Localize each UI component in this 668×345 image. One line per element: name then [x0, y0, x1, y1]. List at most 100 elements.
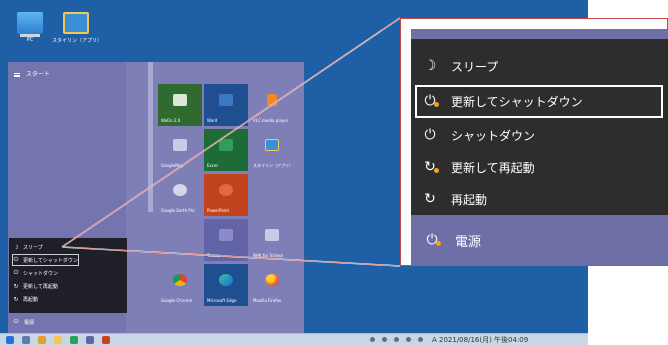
update-restart-icon: ↻	[13, 282, 19, 290]
power-icon: ⏻	[13, 318, 19, 325]
tile-label: PowerPoint	[207, 208, 230, 213]
zoom-power-button[interactable]: ⏻ 電源	[411, 215, 668, 265]
zoom-callout: ☽ スリープ ⏻ 更新してシャットダウン ⏻ シャットダウン ↻ 更新して再起動…	[400, 18, 668, 266]
tray-chevron-icon[interactable]	[370, 337, 375, 342]
teams-icon	[219, 229, 233, 241]
tile-vlc[interactable]: VLC media player	[250, 84, 294, 126]
tile-googlemap[interactable]: GoogleMap	[158, 129, 202, 171]
power-option-update-restart[interactable]: ↻ 更新して再起動	[13, 281, 58, 291]
zoom-option-label: スリープ	[451, 59, 499, 74]
folder-icon[interactable]	[54, 336, 62, 344]
start-left-pane: スタート ☽ スリープ ⏻ 更新してシャットダウン ⏻ シャットダウン ↻ 更新…	[8, 62, 127, 333]
keyboard-icon[interactable]	[418, 337, 423, 342]
tile-powerpoint[interactable]: PowerPoint	[204, 174, 248, 216]
zoom-option-label: シャットダウン	[451, 128, 536, 143]
zoom-option-sleep[interactable]: ☽ スリープ	[423, 53, 499, 79]
vlc-icon	[267, 94, 277, 106]
search-icon[interactable]	[22, 336, 30, 344]
power-option-label: 更新して再起動	[23, 283, 58, 290]
power-option-update-shutdown[interactable]: ⏻ 更新してシャットダウン	[12, 254, 79, 266]
power-label: 電源	[24, 319, 35, 326]
firefox-icon	[265, 274, 279, 286]
tile-chrome[interactable]: Google Chrome	[158, 264, 202, 306]
restart-icon: ↻	[13, 295, 19, 303]
power-popup: ☽ スリープ ⏻ 更新してシャットダウン ⏻ シャットダウン ↻ 更新して再起動…	[9, 238, 127, 313]
tile-google-earth[interactable]: Google Earth Pro	[158, 174, 202, 216]
battery-icon[interactable]	[406, 337, 411, 342]
power-option-label: スリープ	[23, 244, 43, 251]
power-option-sleep[interactable]: ☽ スリープ	[13, 242, 43, 252]
tile-label: Mozilla Firefox	[253, 298, 282, 303]
update-restart-icon: ↻	[424, 159, 439, 175]
nhk-icon	[265, 229, 279, 241]
power-option-label: 更新してシャットダウン	[23, 257, 78, 264]
taskbar-clock[interactable]: A 2021/08/16(月) 午後04:09	[432, 335, 528, 345]
start-title: スタート	[25, 71, 50, 78]
zoom-option-shutdown[interactable]: ⏻ シャットダウン	[423, 122, 535, 148]
power-option-label: シャットダウン	[23, 270, 59, 277]
wedo-icon	[173, 94, 187, 106]
tile-label: Excel	[207, 163, 218, 168]
start-header[interactable]: スタート	[14, 69, 50, 78]
tile-label: VLC media player	[253, 118, 289, 123]
power-option-restart[interactable]: ↻ 再起動	[13, 294, 38, 304]
tile-label: Teams	[207, 253, 220, 258]
chrome-icon	[173, 274, 187, 286]
sleep-icon: ☽	[13, 243, 19, 251]
zoom-option-restart[interactable]: ↻ 再起動	[423, 186, 487, 212]
desktop-icon-app[interactable]: スタイリン（アプリ）	[52, 12, 103, 44]
desktop-icon-label: スタイリン（アプリ）	[52, 38, 103, 44]
tile-teams[interactable]: Teams	[204, 219, 248, 261]
zoom-power-label: 電源	[455, 234, 482, 250]
power-option-label: 再起動	[23, 296, 39, 303]
power-button[interactable]: ⏻ 電源	[13, 318, 34, 326]
app-icon	[265, 139, 279, 151]
power-option-shutdown[interactable]: ⏻ シャットダウン	[13, 268, 58, 278]
sleep-icon: ☽	[423, 58, 437, 74]
app-icon[interactable]	[38, 336, 46, 344]
shutdown-icon: ⏻	[424, 127, 436, 143]
earth-icon	[173, 184, 187, 196]
zoom-option-label: 再起動	[451, 192, 488, 207]
tile-firefox[interactable]: Mozilla Firefox	[250, 264, 294, 306]
tile-label: GoogleMap	[161, 163, 184, 168]
tile-app[interactable]: スタイリン（アプリ）	[250, 129, 294, 171]
app-icon	[63, 12, 89, 34]
zoom-power-menu: ☽ スリープ ⏻ 更新してシャットダウン ⏻ シャットダウン ↻ 更新して再起動…	[411, 29, 668, 265]
zoom-top-strip	[411, 29, 668, 39]
zoom-option-update-restart[interactable]: ↻ 更新して再起動	[423, 154, 535, 180]
tile-label: Google Earth Pro	[161, 208, 195, 213]
start-button-icon[interactable]	[6, 336, 14, 344]
excel-icon	[219, 139, 233, 151]
powerpoint-icon	[219, 184, 233, 196]
map-icon	[173, 139, 187, 151]
tile-edge[interactable]: Microsoft Edge	[204, 264, 248, 306]
update-shutdown-icon: ⏻	[13, 256, 19, 263]
network-icon[interactable]	[382, 337, 387, 342]
shutdown-icon: ⏻	[13, 269, 19, 276]
tile-wedo[interactable]: WeDo 2.0	[158, 84, 202, 126]
word-icon	[219, 94, 233, 106]
start-scrollbar[interactable]	[148, 62, 153, 212]
tile-word[interactable]: Word	[204, 84, 248, 126]
tile-label: Word	[207, 118, 218, 123]
zoom-option-label: 更新して再起動	[451, 160, 535, 175]
tile-nhk[interactable]: NHK for School	[250, 219, 294, 261]
tile-label: WeDo 2.0	[161, 118, 181, 123]
hamburger-icon[interactable]	[14, 72, 20, 77]
tile-label: NHK for School	[253, 253, 283, 258]
pc-icon	[17, 12, 43, 34]
edge-icon	[219, 274, 233, 286]
teams-icon[interactable]	[86, 336, 94, 344]
tile-excel[interactable]: Excel	[204, 129, 248, 171]
desktop-icon-label: PC	[26, 37, 34, 43]
tile-label: Microsoft Edge	[207, 298, 237, 303]
restart-icon: ↻	[424, 191, 436, 207]
desktop-icon-pc[interactable]: PC	[6, 12, 54, 43]
volume-icon[interactable]	[394, 337, 399, 342]
powerpoint-icon[interactable]	[102, 336, 110, 344]
start-menu: スタート ☽ スリープ ⏻ 更新してシャットダウン ⏻ シャットダウン ↻ 更新…	[8, 62, 304, 333]
excel-icon[interactable]	[70, 336, 78, 344]
tile-label: Google Chrome	[161, 298, 193, 303]
tile-label: スタイリン（アプリ）	[253, 163, 293, 168]
